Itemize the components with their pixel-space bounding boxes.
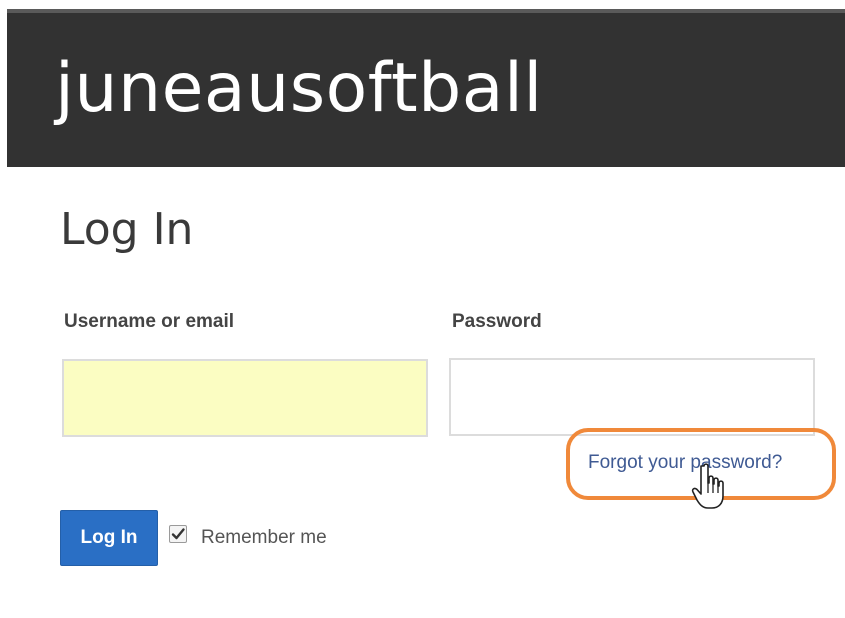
site-title[interactable]: juneausoftball <box>55 49 543 129</box>
password-label: Password <box>452 311 542 332</box>
username-label: Username or email <box>64 311 235 332</box>
login-page: juneausoftball Log In Username or email … <box>0 0 845 618</box>
page-title: Log In <box>60 204 194 255</box>
checkmark-icon <box>171 528 185 540</box>
remember-me-checkbox[interactable] <box>169 525 187 543</box>
site-header: juneausoftball <box>7 9 845 167</box>
login-button[interactable]: Log In <box>60 510 158 566</box>
password-input[interactable] <box>449 358 815 436</box>
hand-pointer-icon <box>691 463 724 509</box>
forgot-password-link[interactable]: Forgot your password? <box>588 452 782 474</box>
username-input[interactable] <box>62 359 428 437</box>
top-strip <box>0 0 845 9</box>
remember-me-label[interactable]: Remember me <box>201 527 327 549</box>
